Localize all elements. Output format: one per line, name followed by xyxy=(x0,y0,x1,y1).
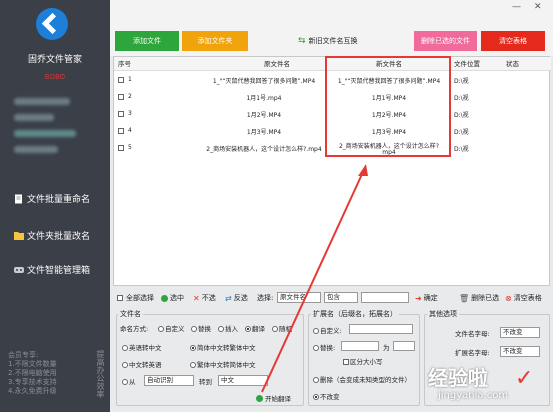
annotation-arrow xyxy=(261,164,368,393)
checkmark-icon: ✓ xyxy=(515,366,534,391)
watermark-text: 经验啦 xyxy=(428,366,488,390)
watermark-url: jingyanla.com xyxy=(438,390,509,401)
